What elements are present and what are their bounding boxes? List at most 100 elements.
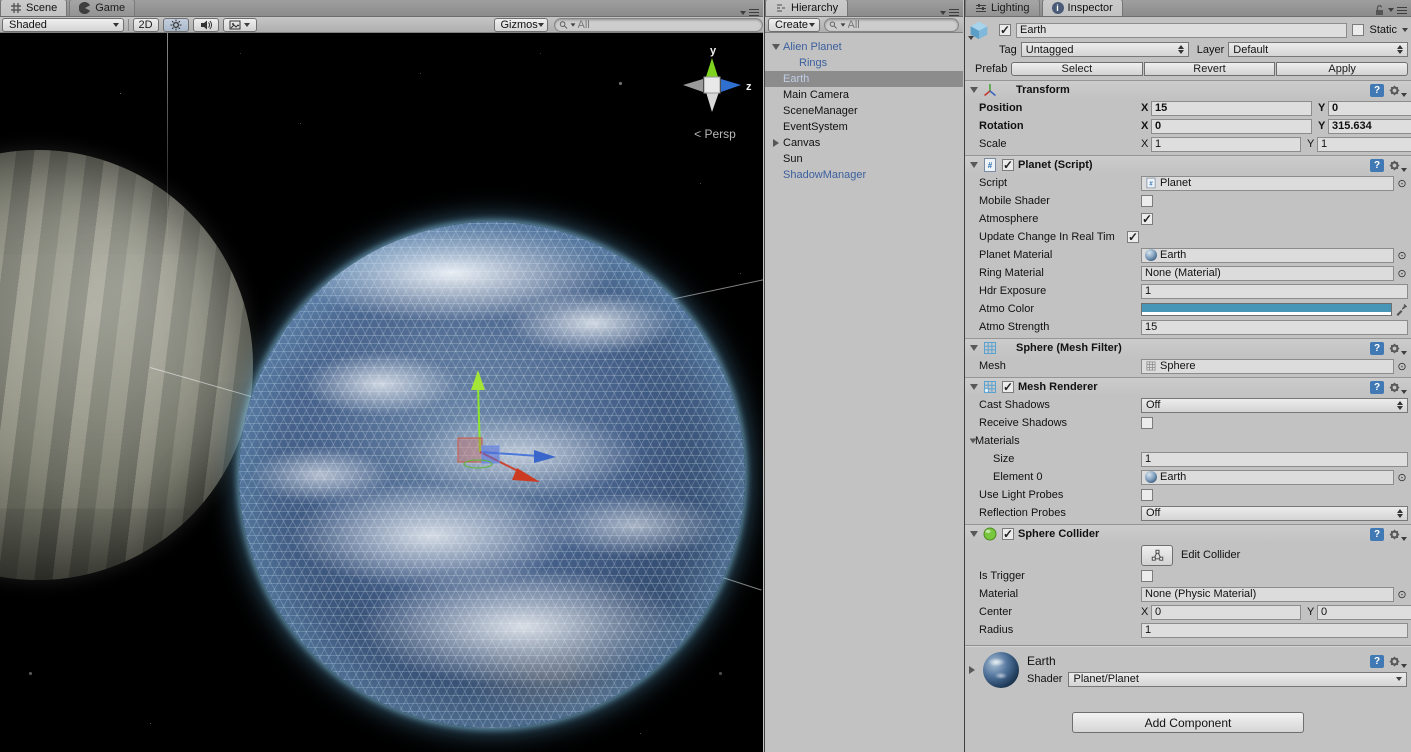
scale-y-field[interactable] — [1317, 137, 1411, 152]
hierarchy-item-sun[interactable]: Sun — [765, 151, 963, 167]
position-x-field[interactable] — [1151, 101, 1312, 116]
gizmo-center-cube[interactable] — [704, 77, 720, 93]
object-picker-icon[interactable]: ⊙ — [1396, 267, 1408, 280]
object-picker-icon[interactable]: ⊙ — [1396, 588, 1408, 601]
tab-game[interactable]: Game — [69, 0, 135, 16]
foldout-open-icon[interactable] — [970, 345, 978, 351]
tag-dropdown[interactable]: Untagged — [1021, 42, 1189, 57]
add-component-button[interactable]: Add Component — [1072, 712, 1304, 733]
script-object-field[interactable]: # Planet — [1141, 176, 1394, 191]
perspective-toggle[interactable]: < Persp — [672, 127, 758, 141]
atmo-color-swatch[interactable] — [1141, 303, 1392, 316]
rotation-x-field[interactable] — [1151, 119, 1312, 134]
position-y-field[interactable] — [1328, 101, 1411, 116]
gear-icon[interactable] — [1388, 528, 1407, 541]
y-axis-arrow-head[interactable] — [471, 370, 485, 390]
scene-audio-button[interactable] — [193, 18, 219, 32]
prefab-apply-button[interactable]: Apply — [1276, 62, 1408, 76]
x-axis-arrow-head[interactable] — [512, 468, 540, 482]
hierarchy-search[interactable] — [824, 18, 959, 32]
gizmos-dropdown[interactable]: Gizmos — [494, 18, 548, 32]
hierarchy-item-earth[interactable]: Earth — [765, 71, 963, 87]
help-icon[interactable]: ? — [1370, 342, 1384, 355]
object-picker-icon[interactable]: ⊙ — [1396, 360, 1408, 373]
hierarchy-item-rings[interactable]: Rings — [765, 55, 963, 71]
gear-icon[interactable] — [1388, 342, 1407, 355]
atmo-strength-field[interactable] — [1141, 320, 1408, 335]
object-picker-icon[interactable]: ⊙ — [1396, 177, 1408, 190]
object-picker-icon[interactable]: ⊙ — [1396, 249, 1408, 262]
foldout-open-icon[interactable] — [970, 87, 978, 93]
hierarchy-item-alien-planet[interactable]: Alien Planet — [765, 39, 963, 55]
help-icon[interactable]: ? — [1370, 528, 1384, 541]
tab-hierarchy[interactable]: Hierarchy — [765, 0, 848, 16]
foldout-closed-icon[interactable] — [773, 139, 779, 147]
scene-lighting-button[interactable] — [163, 18, 189, 32]
is-trigger-checkbox[interactable] — [1141, 570, 1153, 582]
reflection-probes-dropdown[interactable]: Off — [1141, 506, 1408, 521]
help-icon[interactable]: ? — [1370, 159, 1384, 172]
hierarchy-search-input[interactable] — [848, 19, 953, 31]
active-checkbox[interactable] — [999, 24, 1011, 36]
gear-icon[interactable] — [1388, 381, 1407, 394]
foldout-open-icon[interactable] — [970, 438, 977, 443]
center-x-field[interactable] — [1151, 605, 1301, 620]
layer-dropdown[interactable]: Default — [1228, 42, 1408, 57]
foldout-open-icon[interactable] — [970, 162, 978, 168]
prefab-revert-button[interactable]: Revert — [1144, 62, 1276, 76]
hierarchy-item-eventsystem[interactable]: EventSystem — [765, 119, 963, 135]
static-checkbox[interactable] — [1352, 24, 1364, 36]
render-mode-dropdown[interactable]: Shaded — [2, 18, 124, 32]
foldout-open-icon[interactable] — [970, 384, 978, 390]
gizmo-down-cone[interactable] — [706, 92, 719, 112]
alien-planet-object[interactable] — [0, 150, 253, 580]
element0-field[interactable]: Earth — [1141, 470, 1394, 485]
foldout-open-icon[interactable] — [772, 44, 780, 50]
hierarchy-item-shadowmanager[interactable]: ShadowManager — [765, 167, 963, 183]
inspector-panel-menu[interactable] — [1373, 4, 1411, 16]
mobile-shader-checkbox[interactable] — [1141, 195, 1153, 207]
hierarchy-item-canvas[interactable]: Canvas — [765, 135, 963, 151]
xy-plane-handle[interactable] — [458, 438, 482, 462]
gear-icon[interactable] — [1388, 84, 1407, 97]
scene-viewport[interactable]: y z < Persp — [0, 33, 763, 752]
mesh-object-field[interactable]: Sphere — [1141, 359, 1394, 374]
cast-shadows-dropdown[interactable]: Off — [1141, 398, 1408, 413]
scene-effects-button[interactable] — [223, 18, 257, 32]
lock-open-icon[interactable] — [1373, 4, 1385, 16]
gizmo-z-cone[interactable] — [721, 79, 741, 92]
view-orientation-gizmo[interactable]: y z — [667, 40, 757, 130]
planet-material-field[interactable]: Earth — [1141, 248, 1394, 263]
foldout-closed-icon[interactable] — [969, 666, 975, 674]
scene-search[interactable] — [554, 18, 764, 32]
physic-material-field[interactable]: None (Physic Material) — [1141, 587, 1394, 602]
prefab-select-button[interactable]: Select — [1011, 62, 1143, 76]
edit-collider-button[interactable] — [1141, 545, 1173, 566]
hierarchy-panel-menu[interactable] — [940, 9, 963, 16]
static-chevron-icon[interactable] — [1402, 28, 1408, 32]
2d-toggle-button[interactable]: 2D — [133, 18, 159, 32]
hdr-exposure-field[interactable] — [1141, 284, 1408, 299]
ring-material-field[interactable]: None (Material) — [1141, 266, 1394, 281]
rotation-y-field[interactable] — [1328, 119, 1411, 134]
scene-panel-menu[interactable] — [740, 9, 763, 16]
hierarchy-item-main-camera[interactable]: Main Camera — [765, 87, 963, 103]
tab-scene[interactable]: Scene — [0, 0, 67, 16]
create-dropdown[interactable]: Create — [768, 18, 820, 32]
help-icon[interactable]: ? — [1370, 655, 1384, 668]
tab-lighting[interactable]: Lighting — [965, 0, 1040, 16]
collider-enabled-checkbox[interactable] — [1002, 528, 1014, 540]
hierarchy-item-scenemanager[interactable]: SceneManager — [765, 103, 963, 119]
gameobject-icon-picker[interactable] — [968, 20, 994, 40]
help-icon[interactable]: ? — [1370, 84, 1384, 97]
light-probes-checkbox[interactable] — [1141, 489, 1153, 501]
tab-inspector[interactable]: i Inspector — [1042, 0, 1123, 16]
center-y-field[interactable] — [1317, 605, 1411, 620]
z-axis-arrow-head[interactable] — [534, 450, 556, 463]
radius-field[interactable] — [1141, 623, 1408, 638]
gizmo-x-cone[interactable] — [683, 79, 703, 92]
help-icon[interactable]: ? — [1370, 381, 1384, 394]
scene-search-input[interactable] — [578, 19, 756, 31]
renderer-enabled-checkbox[interactable] — [1002, 381, 1014, 393]
materials-foldout-row[interactable]: Materials — [965, 432, 1411, 450]
